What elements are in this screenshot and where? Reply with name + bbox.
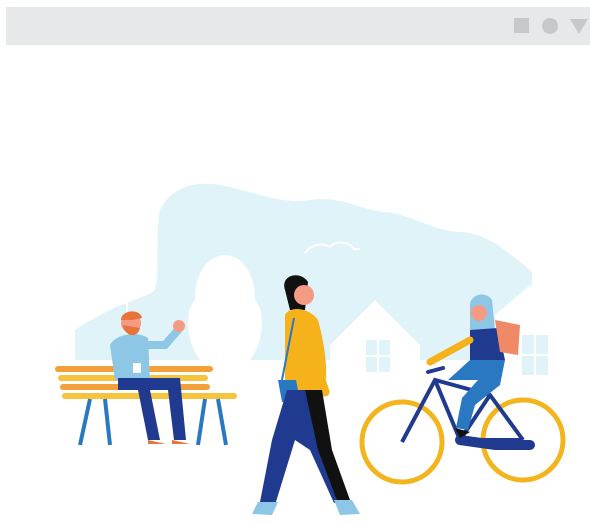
park-illustration xyxy=(55,183,566,515)
coffee-cup xyxy=(133,363,141,373)
